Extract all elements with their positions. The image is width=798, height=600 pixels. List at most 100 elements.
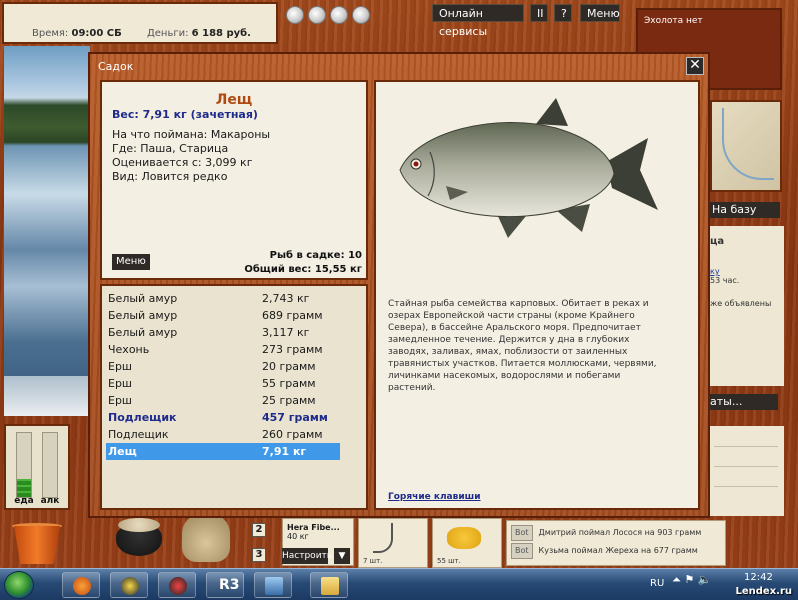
catch-fish-name: Ерш bbox=[108, 377, 132, 390]
fish-name: Лещ bbox=[215, 92, 253, 108]
fish-rated-from: Оценивается с: 3,099 кг bbox=[112, 156, 253, 169]
catch-fish-name: Подлещик bbox=[108, 428, 169, 441]
network-icon[interactable]: ⚑ bbox=[684, 573, 694, 586]
catch-fish-name: Лещ bbox=[108, 445, 137, 458]
yin-yang-icon[interactable] bbox=[158, 572, 196, 598]
divider bbox=[714, 486, 778, 487]
tray-arrow-icon[interactable]: ⏶ bbox=[672, 573, 681, 586]
hotkeys-link[interactable]: Горячие клавиши bbox=[388, 492, 481, 502]
bream-fish-image bbox=[399, 98, 658, 238]
catch-list-row[interactable]: Ерш 25 грамм bbox=[106, 392, 340, 409]
corn-bait-icon bbox=[447, 527, 481, 549]
time-value: 09:00 СБ bbox=[71, 28, 122, 39]
catch-fish-name: Белый амур bbox=[108, 326, 178, 339]
catch-fish-weight: 2,743 кг bbox=[262, 292, 310, 305]
fish-description-panel: Стайная рыба семейства карповых. Обитает… bbox=[374, 80, 700, 510]
catch-list-row[interactable]: Подлещик 260 грамм bbox=[106, 426, 340, 443]
right-info-line: 53 час. bbox=[710, 276, 740, 285]
fish-info-panel: Лещ Вес: 7,91 кг (зачетная) На что пойма… bbox=[100, 80, 368, 280]
catch-fish-weight: 20 грамм bbox=[262, 360, 316, 373]
slot-number: 3 bbox=[252, 548, 266, 562]
fish-trophy-icon[interactable] bbox=[308, 6, 326, 24]
chat-message: Bot Кузьма поймал Жереха на 677 грамм bbox=[511, 543, 698, 559]
catch-fish-weight: 3,117 кг bbox=[262, 326, 310, 339]
setup-button[interactable]: Настроить bbox=[282, 548, 332, 564]
monitor-icon[interactable] bbox=[254, 572, 292, 598]
catch-fish-name: Белый амур bbox=[108, 309, 178, 322]
catch-fish-name: Белый амур bbox=[108, 292, 178, 305]
status-panel: Время: 09:00 СБ Деньги: 6 188 руб. bbox=[2, 2, 278, 44]
volume-icon[interactable]: 🔈 bbox=[698, 573, 712, 586]
fish-menu-button[interactable]: Меню bbox=[112, 254, 150, 270]
hook-icon bbox=[373, 523, 393, 553]
help-button[interactable]: ? bbox=[554, 4, 572, 22]
slot-number: 2 bbox=[252, 523, 266, 537]
fish-weight: Вес: 7,91 кг (зачетная) bbox=[112, 108, 258, 121]
time-label: Время: bbox=[32, 28, 69, 39]
line-name: Hera Fibe... bbox=[287, 523, 340, 532]
keepnet-count: Рыб в садке: 10 bbox=[269, 250, 362, 261]
right-info-link[interactable]: ку bbox=[710, 267, 780, 276]
lake-scenery bbox=[4, 46, 90, 416]
hook-slot[interactable]: 7 шт. bbox=[358, 518, 428, 568]
chat-message: Bot Дмитрий поймал Лосося на 903 грамм bbox=[511, 525, 701, 541]
fish-trophy-icon[interactable] bbox=[330, 6, 348, 24]
folder-glyph bbox=[321, 577, 339, 595]
yin-yang-glyph bbox=[169, 577, 187, 595]
language-indicator[interactable]: RU bbox=[650, 578, 664, 589]
windows-taskbar: R3 RU ⏶ ⚑ 🔈 12:42 bbox=[0, 568, 798, 600]
chat-text: Кузьма поймал Жереха на 677 грамм bbox=[538, 546, 698, 555]
bucket-icon[interactable] bbox=[6, 516, 68, 566]
start-button-icon[interactable] bbox=[4, 571, 34, 599]
clock[interactable]: 12:42 bbox=[744, 572, 773, 583]
pause-button[interactable]: II bbox=[530, 4, 548, 22]
food-label: еда bbox=[14, 496, 34, 506]
catch-list: Белый амур 2,743 кг Белый амур 689 грамм Бел… bbox=[100, 284, 368, 510]
close-icon[interactable]: ✕ bbox=[686, 57, 704, 75]
catch-fish-weight: 273 грамм bbox=[262, 343, 323, 356]
fish-rarity: Вид: Ловится редко bbox=[112, 170, 228, 183]
catch-list-row[interactable]: Белый амур 3,117 кг bbox=[106, 324, 340, 341]
groundbait-sack-icon[interactable] bbox=[182, 514, 230, 562]
location-map[interactable] bbox=[710, 100, 782, 192]
rf3-label: R3 bbox=[219, 577, 240, 593]
money-label: Деньги: bbox=[146, 28, 189, 39]
firefox-icon[interactable] bbox=[62, 572, 100, 598]
app-launcher-icon[interactable] bbox=[110, 572, 148, 598]
catch-list-row[interactable]: Белый амур 2,743 кг bbox=[106, 290, 340, 307]
hook-count: 7 шт. bbox=[363, 557, 383, 565]
right-info-panel: ца ку 53 час. же объявлены bbox=[704, 226, 784, 386]
right-info-line: же объявлены bbox=[710, 299, 772, 308]
caught-fish-icons bbox=[286, 4, 378, 26]
line-strength: 40 кг bbox=[287, 532, 309, 541]
catch-list-row[interactable]: Ерш 20 грамм bbox=[106, 358, 340, 375]
catch-fish-name: Ерш bbox=[108, 394, 132, 407]
folder-icon[interactable] bbox=[310, 572, 348, 598]
app-launcher-glyph bbox=[121, 577, 139, 595]
bot-badge: Bot bbox=[511, 543, 533, 559]
catch-list-row[interactable]: Ерш 55 грамм bbox=[106, 375, 340, 392]
catch-fish-weight: 7,91 кг bbox=[262, 445, 307, 458]
setup-dropdown-button[interactable]: ▼ bbox=[334, 548, 350, 564]
main-menu-button[interactable]: Меню bbox=[580, 4, 620, 22]
fish-bait: На что поймана: Макароны bbox=[112, 128, 271, 141]
catch-list-row[interactable]: Лещ 7,91 кг bbox=[106, 443, 340, 460]
system-tray[interactable]: ⏶ ⚑ 🔈 bbox=[672, 573, 792, 587]
fish-trophy-icon[interactable] bbox=[286, 6, 304, 24]
catch-list-row[interactable]: Подлещик 457 грамм bbox=[106, 409, 340, 426]
catch-fish-weight: 55 грамм bbox=[262, 377, 316, 390]
to-base-button[interactable]: На базу bbox=[708, 202, 780, 218]
catch-fish-name: Чехонь bbox=[108, 343, 150, 356]
rf3-game-icon[interactable]: R3 bbox=[206, 572, 244, 598]
catch-list-row[interactable]: Чехонь 273 грамм bbox=[106, 341, 340, 358]
online-services-button[interactable]: Онлайн сервисы bbox=[432, 4, 524, 38]
catch-list-row[interactable]: Белый амур 689 грамм bbox=[106, 307, 340, 324]
alcohol-meter bbox=[42, 432, 58, 498]
results-button[interactable]: аты... bbox=[704, 394, 778, 410]
watermark: Lendex.ru bbox=[735, 586, 792, 597]
fish-trophy-icon[interactable] bbox=[352, 6, 370, 24]
catch-fish-weight: 25 грамм bbox=[262, 394, 316, 407]
bait-pot-icon[interactable] bbox=[112, 514, 166, 558]
catch-fish-weight: 457 грамм bbox=[262, 411, 328, 424]
bait-slot[interactable]: 55 шт. bbox=[432, 518, 502, 568]
